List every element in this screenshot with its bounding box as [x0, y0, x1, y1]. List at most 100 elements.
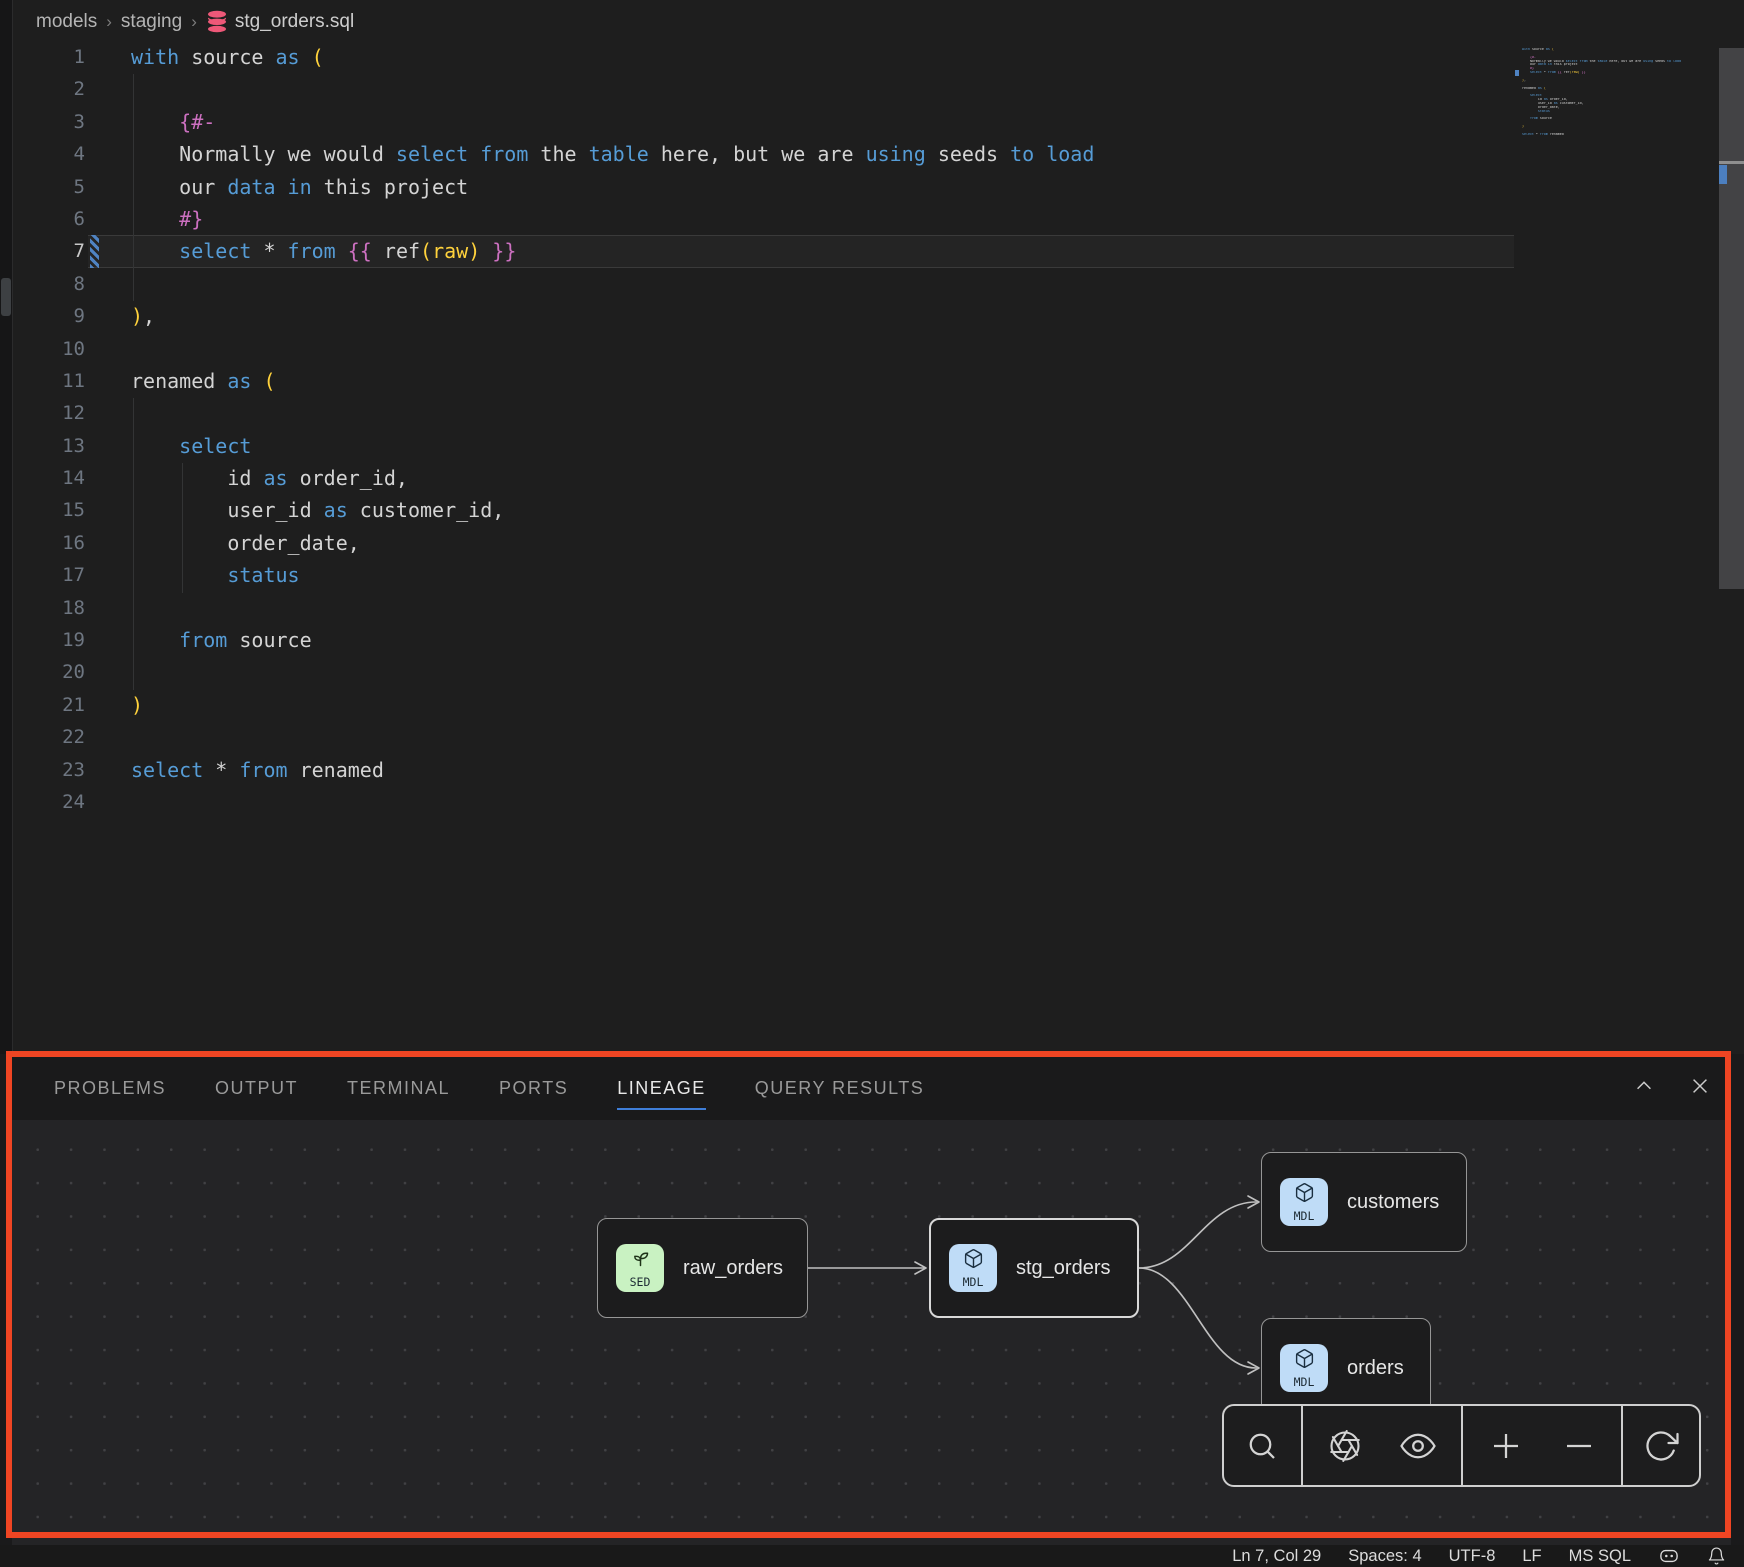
- toolbar-group: [1461, 1406, 1621, 1485]
- eye-icon[interactable]: [1388, 1428, 1448, 1464]
- token: seeds: [926, 142, 1010, 166]
- cube-badge: MDL: [1280, 1178, 1328, 1226]
- gutter-gap: [85, 786, 131, 818]
- code-line[interactable]: 16 order_date,: [0, 527, 1514, 559]
- token: [276, 175, 288, 199]
- tab-ports[interactable]: PORTS: [499, 1078, 568, 1099]
- token: from: [288, 239, 336, 263]
- bell-icon[interactable]: [1707, 1546, 1726, 1566]
- zoom-in-icon[interactable]: [1476, 1428, 1536, 1464]
- gutter-gap: [85, 106, 131, 138]
- breadcrumb: models›staging›stg_orders.sql: [36, 8, 354, 36]
- code-line[interactable]: 2: [0, 73, 1514, 105]
- line-number: 3: [0, 106, 85, 138]
- overview-ruler-modified: [1719, 165, 1727, 184]
- token: [251, 369, 263, 393]
- line-number: 5: [0, 171, 85, 203]
- breadcrumb-item[interactable]: models: [36, 11, 97, 33]
- code-line[interactable]: 8: [0, 268, 1514, 300]
- gutter-gap: [85, 333, 131, 365]
- token: ): [131, 304, 143, 328]
- status-item-3[interactable]: LF: [1522, 1547, 1541, 1566]
- token: [468, 142, 480, 166]
- line-number: 4: [0, 138, 85, 170]
- code-line[interactable]: 11renamed as (: [0, 365, 1514, 397]
- code-text: id as order_id,: [131, 462, 408, 494]
- status-item-1[interactable]: Spaces: 4: [1348, 1547, 1421, 1566]
- status-item-0[interactable]: Ln 7, Col 29: [1232, 1547, 1321, 1566]
- copilot-icon[interactable]: [1658, 1547, 1680, 1565]
- cube-badge: MDL: [1280, 1344, 1328, 1392]
- line-number: 20: [0, 656, 85, 688]
- node-label: stg_orders: [1016, 1257, 1111, 1280]
- lineage-canvas[interactable]: SEDraw_ordersMDLstg_ordersMDLcustomersMD…: [12, 1120, 1731, 1567]
- token: [300, 45, 312, 69]
- badge-label: MDL: [1294, 1209, 1315, 1223]
- zoom-out-icon[interactable]: [1549, 1428, 1609, 1464]
- code-line[interactable]: 1with source as (: [0, 41, 1514, 73]
- token: customer_id,: [348, 498, 505, 522]
- token: as: [324, 498, 348, 522]
- code-line[interactable]: 17 status: [0, 559, 1514, 591]
- gutter-gap: [85, 268, 131, 300]
- breadcrumb-item[interactable]: staging: [121, 11, 182, 33]
- code-line[interactable]: 14 id as order_id,: [0, 462, 1514, 494]
- lineage-node-raw_orders[interactable]: SEDraw_orders: [597, 1218, 808, 1318]
- gutter-gap: [85, 494, 131, 526]
- tab-output[interactable]: OUTPUT: [215, 1078, 298, 1099]
- code-line[interactable]: 23select * from renamed: [0, 754, 1514, 786]
- breadcrumb-file[interactable]: stg_orders.sql: [206, 10, 354, 34]
- code-line[interactable]: 4 Normally we would select from the tabl…: [0, 138, 1514, 170]
- aperture-icon[interactable]: [1315, 1428, 1375, 1464]
- lineage-node-stg_orders[interactable]: MDL stg_orders: [929, 1218, 1139, 1318]
- lineage-node-customers[interactable]: MDLcustomers: [1261, 1152, 1467, 1252]
- lineage-node-orders[interactable]: MDLorders: [1261, 1318, 1431, 1418]
- code-line[interactable]: 22: [0, 721, 1514, 753]
- token: with: [131, 45, 179, 69]
- code-line[interactable]: 3 {#-: [0, 106, 1514, 138]
- gutter-gap: [85, 527, 131, 559]
- status-item-4[interactable]: MS SQL: [1569, 1547, 1631, 1566]
- code-text: ),: [131, 300, 155, 332]
- gutter-gap: [85, 397, 131, 429]
- tab-lineage[interactable]: LINEAGE: [617, 1078, 706, 1099]
- panel-actions: [1626, 1068, 1718, 1104]
- refresh-icon[interactable]: [1631, 1428, 1691, 1464]
- code-line[interactable]: 9),: [0, 300, 1514, 332]
- cube-badge: MDL: [949, 1244, 997, 1292]
- editor-scrollbar[interactable]: [1719, 48, 1744, 589]
- code-line[interactable]: 15 user_id as customer_id,: [0, 494, 1514, 526]
- token: as: [227, 369, 251, 393]
- code-line[interactable]: 6 #}: [0, 203, 1514, 235]
- gutter-gap: [85, 203, 131, 235]
- close-icon[interactable]: [1682, 1068, 1718, 1104]
- line-number: 2: [0, 73, 85, 105]
- tab-terminal[interactable]: TERMINAL: [347, 1078, 450, 1099]
- code-text: our data in this project: [131, 171, 468, 203]
- code-editor[interactable]: 1with source as (23 {#-4 Normally we wou…: [0, 41, 1514, 818]
- token: [131, 563, 227, 587]
- search-icon[interactable]: [1232, 1428, 1292, 1464]
- code-text: ): [131, 689, 143, 721]
- code-line[interactable]: 12: [0, 397, 1514, 429]
- code-line[interactable]: 19 from source: [0, 624, 1514, 656]
- token: renamed: [131, 369, 227, 393]
- code-line[interactable]: 21): [0, 689, 1514, 721]
- code-line[interactable]: 13 select: [0, 430, 1514, 462]
- tab-query-results[interactable]: QUERY RESULTS: [755, 1078, 925, 1099]
- code-line[interactable]: 10: [0, 333, 1514, 365]
- code-line[interactable]: 18: [0, 592, 1514, 624]
- gutter-gap: [85, 430, 131, 462]
- minimap-modified-marker: [1515, 70, 1519, 76]
- badge-label: MDL: [963, 1275, 984, 1289]
- code-line[interactable]: 20: [0, 656, 1514, 688]
- token: source: [179, 45, 275, 69]
- tab-problems[interactable]: PROBLEMS: [54, 1078, 166, 1099]
- line-number: 17: [0, 559, 85, 591]
- chevron-up-icon[interactable]: [1626, 1068, 1662, 1104]
- status-item-2[interactable]: UTF-8: [1449, 1547, 1496, 1566]
- code-line[interactable]: 5 our data in this project: [0, 171, 1514, 203]
- code-line[interactable]: 24: [0, 786, 1514, 818]
- code-line[interactable]: 7 select * from {{ ref(raw) }}: [0, 235, 1514, 267]
- minimap[interactable]: with source as ( {#- Normally we would s…: [1522, 48, 1690, 141]
